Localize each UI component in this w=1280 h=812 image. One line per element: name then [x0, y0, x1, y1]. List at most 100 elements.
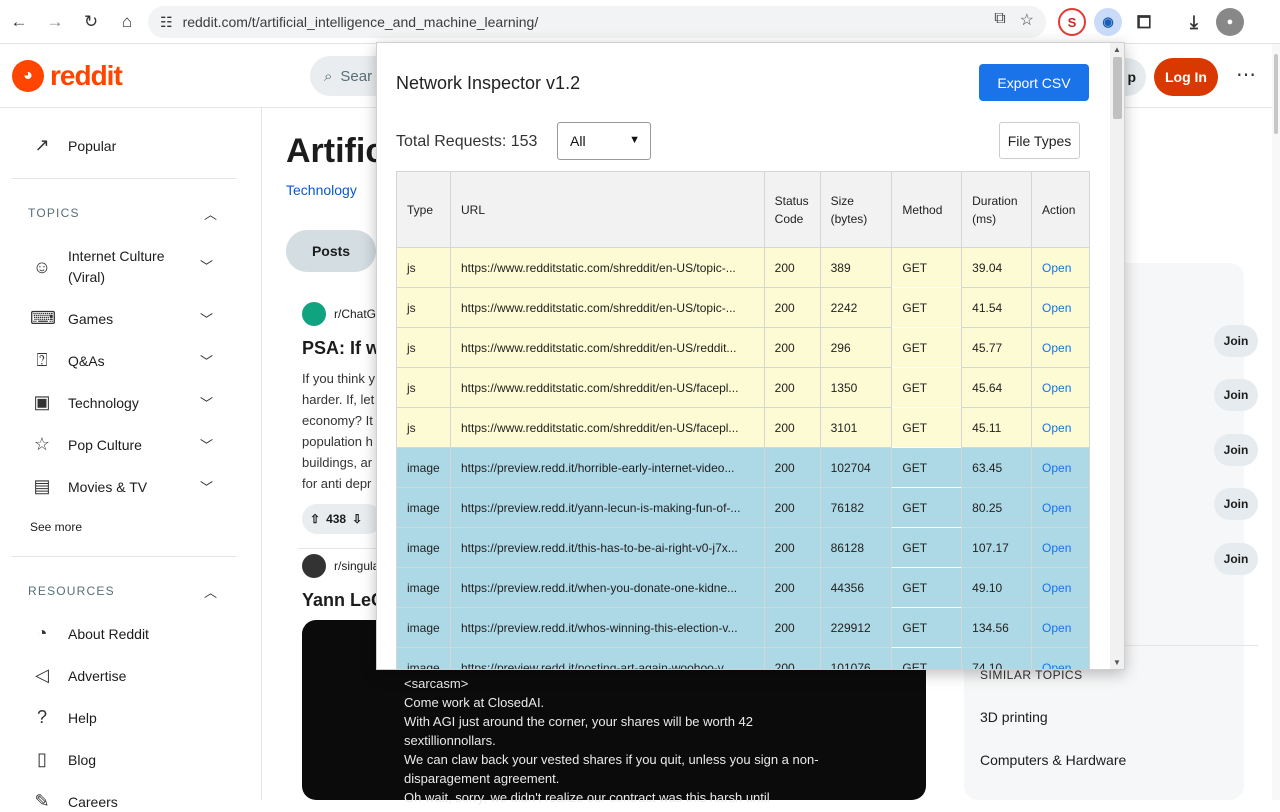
downvote-icon[interactable]: ⇩ [352, 512, 362, 526]
tab-posts[interactable]: Posts [286, 230, 376, 272]
address-bar[interactable]: ☷ reddit.com/t/artificial_intelligence_a… [148, 6, 1046, 38]
cell-size: 76182 [819, 487, 893, 528]
sidebar-item-movies-tv[interactable]: ▤ Movies & TV ﹀ [30, 476, 213, 497]
sidebar-item-careers[interactable]: ✎ Careers [30, 791, 117, 812]
cell-status: 200 [763, 327, 821, 368]
post-subreddit[interactable]: r/ChatGl [302, 302, 379, 326]
bookmark-star-icon[interactable]: ☆ [1020, 10, 1034, 30]
cell-status: 200 [763, 647, 821, 669]
download-icon[interactable]: ⤓ [1180, 8, 1208, 36]
cell-type: js [396, 327, 451, 368]
table-row: js https://www.redditstatic.com/shreddit/… [396, 287, 1090, 328]
sidebar-item-games[interactable]: ⌨ Games ﹀ [30, 308, 213, 329]
similar-topic-item[interactable]: 3D printing [980, 709, 1048, 725]
home-icon[interactable]: ⌂ [110, 5, 144, 39]
requests-table-container[interactable]: Type URL Status Code Size (bytes) Method… [396, 171, 1090, 669]
open-link[interactable]: Open [1031, 287, 1090, 328]
topics-heading[interactable]: TOPICS ︿ [28, 206, 217, 222]
forward-icon[interactable]: → [38, 5, 72, 39]
scroll-up-icon[interactable]: ▲ [1113, 45, 1121, 54]
cell-type: image [396, 567, 451, 608]
post-title[interactable]: Yann LeC [302, 590, 384, 611]
more-options-icon[interactable]: ⋯ [1236, 62, 1256, 87]
cell-url: https://preview.redd.it/whos-winning-thi… [449, 607, 765, 648]
scrollbar-thumb[interactable] [1274, 54, 1278, 134]
subreddit-name: r/singula [334, 559, 380, 573]
join-button[interactable]: Join [1214, 488, 1258, 520]
sidebar-item-advertise[interactable]: ◁ Advertise [30, 665, 126, 686]
site-settings-icon[interactable]: ☷ [160, 14, 173, 31]
cell-duration: 41.54 [961, 287, 1033, 328]
open-link[interactable]: Open [1031, 607, 1090, 648]
see-more-link[interactable]: See more [30, 520, 82, 534]
extension-s-icon[interactable]: S [1058, 8, 1086, 36]
export-csv-button[interactable]: Export CSV [979, 64, 1089, 101]
clapperboard-icon: ▤ [33, 476, 51, 496]
cell-size: 86128 [819, 527, 893, 568]
post-title[interactable]: PSA: If wl [302, 338, 385, 359]
column-header: Size (bytes) [819, 171, 893, 248]
sidebar-item-qas[interactable]: ⍰ Q&As ﹀ [30, 350, 213, 371]
table-row: js https://www.redditstatic.com/shreddit/… [396, 407, 1090, 448]
chevron-up-icon: ︿ [204, 585, 219, 600]
scrollbar-thumb[interactable] [1113, 57, 1122, 119]
network-inspector-extension-icon[interactable]: ◉ [1094, 8, 1122, 36]
resources-heading[interactable]: RESOURCES ︿ [28, 584, 217, 600]
reddit-icon: ◔ [36, 623, 48, 643]
back-icon[interactable]: ← [2, 5, 36, 39]
similar-topic-item[interactable]: Computers & Hardware [980, 752, 1126, 768]
open-link[interactable]: Open [1031, 367, 1090, 408]
cell-type: js [396, 287, 451, 328]
sidebar-item-technology[interactable]: ▣ Technology ﹀ [30, 392, 213, 413]
get-app-label: p [1127, 69, 1136, 85]
extensions-puzzle-icon[interactable]: ⧠ [1130, 8, 1158, 36]
profile-avatar-icon[interactable]: ● [1216, 8, 1244, 36]
open-link[interactable]: Open [1031, 487, 1090, 528]
cell-duration: 63.45 [961, 447, 1033, 488]
vote-count: 438 [326, 512, 347, 526]
sidebar-item-about-reddit[interactable]: ◔ About Reddit [30, 623, 149, 644]
open-link[interactable]: Open [1031, 527, 1090, 568]
sidebar-item-popular[interactable]: ↗ Popular [30, 135, 116, 156]
requests-table: Type URL Status Code Size (bytes) Method… [396, 171, 1090, 669]
cell-duration: 45.77 [961, 327, 1033, 368]
sidebar-item-help[interactable]: ? Help [30, 707, 97, 728]
cell-size: 229912 [819, 607, 893, 648]
join-button[interactable]: Join [1214, 325, 1258, 357]
file-types-button[interactable]: File Types [999, 122, 1080, 159]
sidebar-item-pop-culture[interactable]: ☆ Pop Culture ﹀ [30, 434, 213, 455]
open-link[interactable]: Open [1031, 327, 1090, 368]
chevron-up-icon: ︿ [204, 207, 219, 222]
open-link[interactable]: Open [1031, 447, 1090, 488]
install-app-icon[interactable]: ⧉ [994, 10, 1005, 30]
post-subreddit[interactable]: r/singula [302, 554, 379, 578]
popup-scrollbar[interactable]: ▲ ▼ [1110, 43, 1124, 669]
upvote-icon[interactable]: ⇧ [310, 512, 320, 526]
cell-duration: 45.64 [961, 367, 1033, 408]
cell-size: 102704 [819, 447, 893, 488]
join-button[interactable]: Join [1214, 543, 1258, 575]
join-button[interactable]: Join [1214, 434, 1258, 466]
subreddit-name: r/ChatGl [334, 307, 379, 321]
login-button[interactable]: Log In [1154, 58, 1218, 96]
page-scrollbar[interactable] [1272, 44, 1280, 800]
reddit-logo[interactable]: ◕ reddit [12, 60, 123, 92]
sidebar-item-blog[interactable]: ▯ Blog [30, 749, 96, 770]
join-button[interactable]: Join [1214, 379, 1258, 411]
reload-icon[interactable]: ↻ [74, 5, 108, 39]
scroll-down-icon[interactable]: ▼ [1113, 658, 1121, 667]
type-filter-select[interactable]: All ▼ [557, 122, 651, 160]
open-link[interactable]: Open [1031, 567, 1090, 608]
network-inspector-popup: Network Inspector v1.2 Export CSV Total … [376, 42, 1125, 670]
browser-toolbar: ← → ↻ ⌂ ☷ reddit.com/t/artificial_intell… [0, 0, 1280, 44]
search-placeholder: Sear [340, 67, 373, 85]
wrench-icon: ✎ [34, 791, 50, 811]
breadcrumb[interactable]: Technology [286, 182, 357, 198]
cell-method: GET [891, 287, 963, 328]
sidebar-item-internet-culture[interactable]: ☺ Internet Culture (Viral) ﹀ [30, 246, 213, 288]
open-link[interactable]: Open [1031, 247, 1090, 288]
open-link[interactable]: Open [1031, 407, 1090, 448]
open-link[interactable]: Open [1031, 647, 1090, 669]
table-row: image https://preview.redd.it/when-you-do… [396, 567, 1090, 608]
cell-url: https://www.redditstatic.com/shreddit/en… [449, 327, 765, 368]
